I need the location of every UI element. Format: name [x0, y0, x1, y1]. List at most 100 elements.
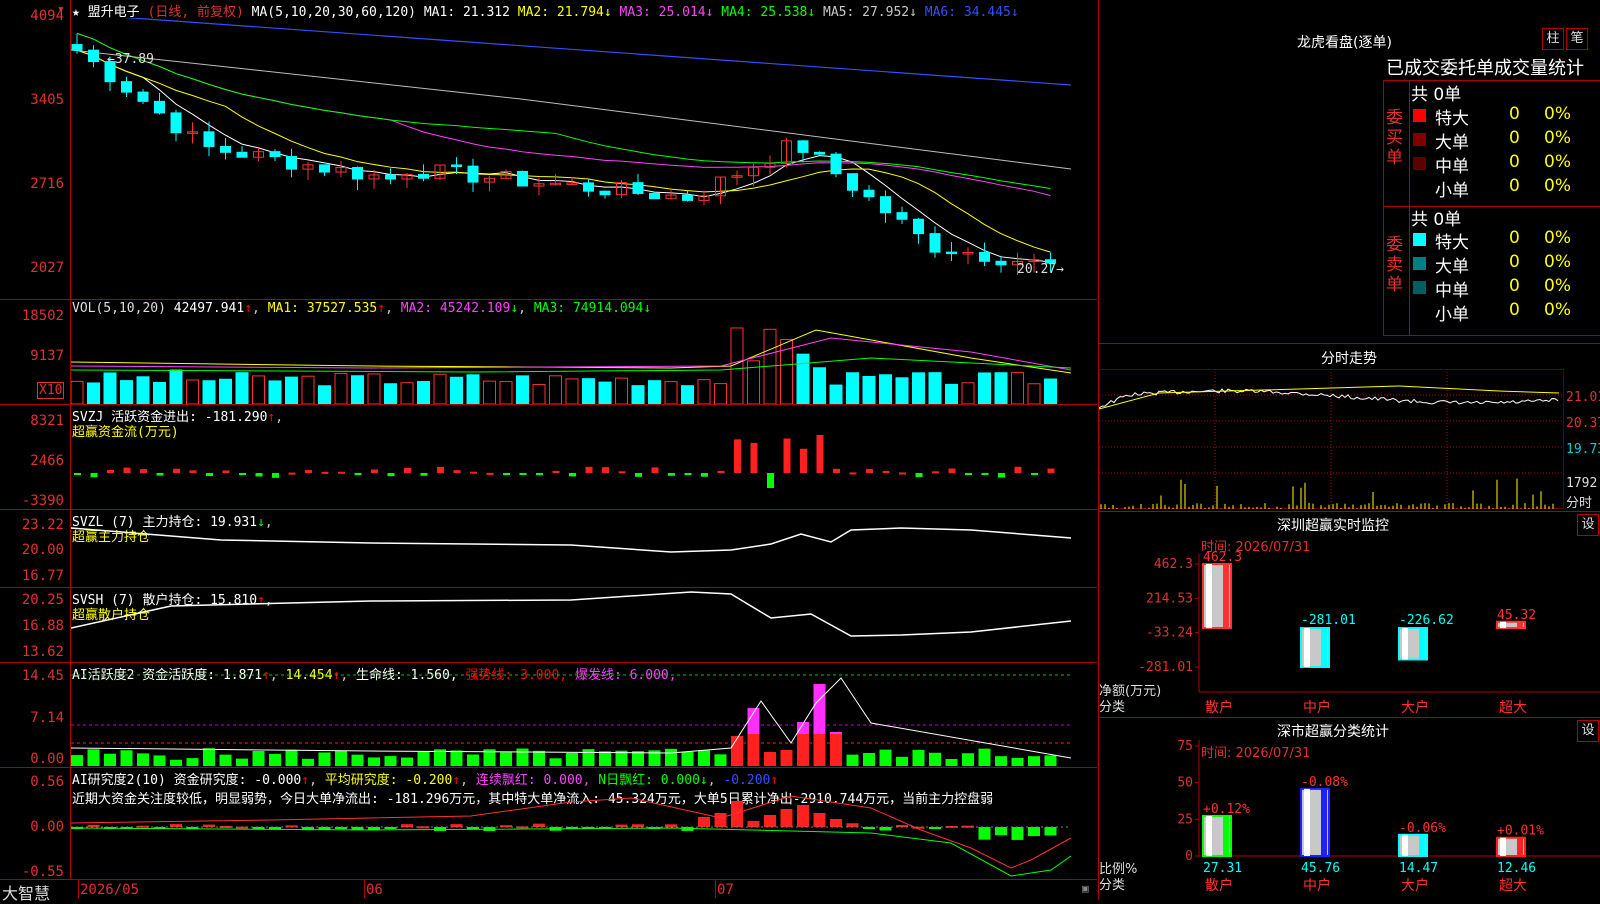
classify-panel: 深市超赢分类统计 设 时间: 2026/07/31 比例% 分类 75 50 25 0… [1098, 718, 1600, 900]
lhb-cell: 特大 [1435, 233, 1469, 253]
kline-chart[interactable] [71, 18, 1097, 298]
volume-bar [978, 372, 991, 404]
intraday-title: 分时走势 [1321, 351, 1377, 367]
flow-bar [354, 473, 362, 475]
bar-value: -0.08% [1301, 775, 1348, 790]
volume-bar [516, 375, 529, 404]
activity-bar [846, 754, 859, 766]
flow-bar [998, 473, 1005, 478]
activity-bar [549, 758, 562, 766]
volume-bar [862, 375, 876, 404]
svzj-label: -3390 [21, 493, 64, 509]
intraday-label: 1792 [1566, 476, 1598, 491]
activity-bar [203, 748, 215, 766]
volume-bar [565, 378, 579, 404]
activity-bar [1044, 755, 1057, 766]
vol-ma3 [71, 357, 1072, 373]
flow-bar [783, 438, 791, 473]
bar-percent: 12.46 [1497, 861, 1536, 876]
volume-bar [433, 373, 447, 404]
corner-marker: ▾ [57, 2, 65, 17]
svsh-axis: 20.25 16.88 13.62 [0, 588, 71, 662]
lhb-cell: 大单 [1435, 133, 1469, 153]
activity-bar [945, 758, 958, 766]
flow-bar [585, 466, 593, 473]
ai-research-chart[interactable] [71, 768, 1097, 880]
monitor-chart[interactable]: 462.3 214.53 -33.24 -281.01 462.3 散户 -281.01 中户… [1099, 512, 1600, 718]
svzj-axis: 8321 2466 -3390 [0, 405, 71, 509]
flow-bar [519, 473, 527, 475]
svzj-chart[interactable] [71, 435, 1097, 510]
volume-bar [301, 375, 315, 404]
legend-swatch [1413, 233, 1426, 246]
flow-bar [833, 468, 840, 473]
volume-bar [87, 382, 100, 404]
volume-bar [813, 367, 826, 404]
research-bar [797, 805, 809, 827]
tick-label: -281.01 [1138, 660, 1193, 675]
ai-research-axis: 0.56 0.00 -0.55 [0, 768, 71, 880]
date-tick [715, 880, 716, 898]
research-bar [203, 824, 215, 827]
svzj-panel[interactable]: 8321 2466 -3390 SVZJ 活跃资金进出: -181.290↑, … [0, 405, 1097, 510]
ai-activity-chart[interactable] [71, 663, 1097, 768]
volume-bar [912, 372, 925, 404]
flow-bar [536, 473, 543, 476]
candle [220, 145, 231, 153]
activity-bar [450, 750, 463, 766]
candle [154, 100, 165, 114]
kline-panel[interactable]: 4094 3405 2716 2027 ▾ ★ 盟升电子 (日线, 前复权) M… [0, 0, 1097, 300]
svsh-panel[interactable]: 20.25 16.88 13.62 SVSH (7) 散户持仓: 15.810↑… [0, 588, 1097, 663]
activity-bar [153, 755, 166, 766]
volume-bar [450, 376, 463, 404]
flow-bar [74, 473, 81, 475]
ai-activity-label: 0.00 [30, 751, 64, 767]
category-label: 中户 [1303, 699, 1331, 716]
research-bar [780, 809, 793, 827]
svzl-chart[interactable] [71, 510, 1097, 588]
volume-bar [202, 380, 216, 404]
volume-bar [681, 385, 694, 404]
ma6-line [124, 18, 1072, 86]
volume-bar [367, 373, 381, 404]
bar-edge [1321, 788, 1327, 856]
activity-bar [566, 752, 578, 766]
bar-mode-button[interactable]: 柱 [1542, 28, 1564, 50]
activity-bar [120, 750, 133, 766]
svzl-panel[interactable]: 23.22 20.00 16.77 SVZL (7) 主力持仓: 19.931↓… [0, 510, 1097, 588]
low-price-label: 20.27→ [1017, 262, 1064, 277]
volume-bar [796, 353, 810, 404]
candle [814, 151, 825, 155]
price-label: 3405 [30, 92, 64, 108]
candle [121, 81, 132, 93]
lhb-cell: 小单 [1435, 181, 1469, 201]
intraday-panel[interactable]: 分时走势 21.01 20.37 19.73 1792 分时 [1098, 344, 1600, 512]
classify-chart[interactable]: 75 50 25 0 +0.12% 散户27.31 -0.08% 中户45.76 -0.06% 大… [1099, 718, 1600, 900]
research-bar [1028, 827, 1040, 837]
volume-bar [532, 384, 546, 404]
date-label: 2026/05 [80, 882, 140, 898]
flow-bar [387, 473, 395, 477]
volume-bar [153, 381, 166, 404]
flow-bar [420, 473, 428, 476]
volume-panel[interactable]: 18502 9137 X10 VOL(5,10,20) 42497.941↑, … [0, 300, 1097, 405]
volume-bar [582, 378, 595, 404]
tick-label: 75 [1177, 739, 1193, 754]
intraday-chart[interactable] [1099, 369, 1564, 509]
svsh-chart[interactable] [71, 588, 1097, 663]
flow-bar [173, 468, 180, 473]
candle [203, 131, 215, 147]
lock-icon[interactable]: ▣ [1082, 882, 1089, 895]
activity-bar [879, 749, 892, 766]
price-axis: 4094 3405 2716 2027 ▾ [0, 0, 71, 299]
flow-bar [717, 470, 725, 473]
ai-research-panel[interactable]: 0.56 0.00 -0.55 AI研究度2(10) 资金研究度: -0.000… [0, 768, 1097, 880]
lhb-cell: 0 [1509, 128, 1520, 148]
flow-bar [1031, 473, 1038, 476]
volume-bar [71, 380, 84, 404]
ai-activity-panel[interactable]: 14.45 7.14 0.00 AI活跃度2 资金活跃度: 1.871↑, 14… [0, 663, 1097, 768]
volume-axis: 18502 9137 X10 [0, 300, 71, 404]
volume-chart[interactable] [71, 318, 1097, 404]
candle [71, 44, 83, 51]
tick-mode-button[interactable]: 笔 [1566, 28, 1588, 50]
